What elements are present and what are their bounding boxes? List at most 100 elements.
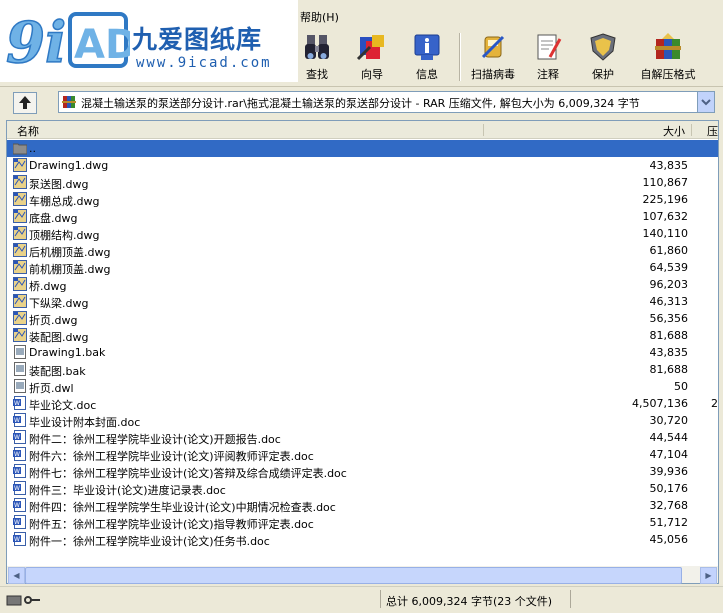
file-size: 110,867 [642, 176, 689, 189]
file-list: 名称 大小 压 .. Drawing1.dwg 43,835 泵送图.dwg 110,8… [6, 120, 719, 584]
comment-button[interactable]: 注释 [521, 29, 575, 83]
file-size: 43,835 [649, 346, 689, 359]
protect-button[interactable]: 保护 [576, 29, 630, 83]
svg-text:W: W [14, 451, 20, 458]
file-name: 毕业论文.doc [29, 399, 97, 412]
watermark-logo: 9i AD 九爱图纸库 www.9icad.com [0, 0, 298, 82]
file-row[interactable]: 顶棚结构.dwg 140,110 [7, 225, 718, 242]
comment-label: 注释 [537, 68, 559, 81]
list-header: 名称 大小 压 [7, 121, 718, 139]
dwg-file-icon [13, 192, 27, 206]
status-separator [380, 590, 381, 608]
file-size: 39,936 [649, 465, 689, 478]
file-row[interactable]: W 附件三：毕业设计(论文)进度记录表.doc 50,176 [7, 480, 718, 497]
horizontal-scrollbar[interactable]: ◀ ▶ [7, 566, 718, 584]
binoculars-icon [305, 35, 329, 59]
doc-file-icon: W [13, 396, 27, 410]
file-name: 附件五：徐州工程学院毕业设计(论文)指导教师评定表.doc [29, 518, 314, 531]
file-size: 225,196 [642, 193, 689, 206]
file-size: 81,688 [649, 329, 689, 342]
up-folder-button[interactable] [13, 92, 37, 114]
file-size: 44,544 [649, 431, 689, 444]
file-name: .. [29, 142, 36, 155]
svg-text:W: W [14, 536, 20, 543]
file-name: 折页.dwl [29, 382, 74, 395]
wizard-icon [356, 35, 384, 61]
doc-file-icon: W [13, 447, 27, 461]
scroll-right-button[interactable]: ▶ [700, 567, 717, 584]
column-separator[interactable] [483, 124, 484, 136]
find-label: 查找 [306, 68, 328, 81]
file-name: 附件三：毕业设计(论文)进度记录表.doc [29, 484, 226, 497]
folder-icon [12, 141, 28, 155]
menu-help[interactable]: 帮助(H) [300, 9, 339, 25]
info-label: 信息 [416, 68, 438, 81]
file-row[interactable]: 下纵梁.dwg 46,313 [7, 293, 718, 310]
file-row[interactable]: 桥.dwg 96,203 [7, 276, 718, 293]
doc-file-icon: W [13, 413, 27, 427]
file-name: 附件七：徐州工程学院毕业设计(论文)答辩及综合成绩评定表.doc [29, 467, 347, 480]
file-row[interactable]: W 附件二：徐州工程学院毕业设计(论文)开题报告.doc 44,544 [7, 429, 718, 446]
shield-icon [590, 33, 616, 61]
file-row[interactable]: 车棚总成.dwg 225,196 [7, 191, 718, 208]
bak-file-icon [13, 379, 27, 393]
file-name: 桥.dwg [29, 280, 67, 293]
column-separator[interactable] [691, 124, 692, 136]
info-button[interactable]: 信息 [400, 29, 454, 83]
file-row[interactable]: W 附件一：徐州工程学院毕业设计(论文)任务书.doc 45,056 [7, 531, 718, 548]
doc-file-icon: W [13, 481, 27, 495]
file-row[interactable]: 泵送图.dwg 110,867 [7, 174, 718, 191]
file-row[interactable]: W 附件五：徐州工程学院毕业设计(论文)指导教师评定表.doc 51,712 [7, 514, 718, 531]
virus-scan-button[interactable]: 扫描病毒 [466, 29, 520, 83]
find-button[interactable]: 查找 [290, 29, 344, 83]
file-row[interactable]: W 附件七：徐州工程学院毕业设计(论文)答辩及综合成绩评定表.doc 39,936 [7, 463, 718, 480]
file-row[interactable]: W 附件六：徐州工程学院毕业设计(论文)评阅教师评定表.doc 47,104 [7, 446, 718, 463]
file-name: 后机棚顶盖.dwg [29, 246, 111, 259]
address-dropdown-button[interactable] [697, 92, 714, 112]
file-packed-size: 2 [711, 397, 718, 410]
doc-file-icon: W [13, 498, 27, 512]
file-row[interactable]: 装配图.bak 81,688 [7, 361, 718, 378]
sfx-button[interactable]: 自解压格式 [638, 29, 698, 83]
status-total: 总计 6,009,324 字节(23 个文件) [386, 595, 553, 608]
bak-file-icon [13, 345, 27, 359]
file-row[interactable]: 底盘.dwg 107,632 [7, 208, 718, 225]
protect-label: 保护 [592, 68, 614, 81]
parent-folder-row[interactable]: .. [7, 140, 718, 157]
file-name: 装配图.bak [29, 365, 86, 378]
address-field[interactable]: 混凝土输送泵的泵送部分设计.rar\拖式混凝土输送泵的泵送部分设计 - RAR … [58, 91, 715, 113]
bak-file-icon [13, 362, 27, 376]
file-row[interactable]: 装配图.dwg 81,688 [7, 327, 718, 344]
file-row[interactable]: 前机棚顶盖.dwg 64,539 [7, 259, 718, 276]
file-row[interactable]: W 毕业设计附本封面.doc 30,720 [7, 412, 718, 429]
file-row[interactable]: 后机棚顶盖.dwg 61,860 [7, 242, 718, 259]
file-row[interactable]: Drawing1.dwg 43,835 [7, 157, 718, 174]
dwg-file-icon [13, 158, 27, 172]
file-size: 61,860 [649, 244, 689, 257]
scroll-left-button[interactable]: ◀ [8, 567, 25, 584]
file-row[interactable]: Drawing1.bak 43,835 [7, 344, 718, 361]
file-row[interactable]: 折页.dwg 56,356 [7, 310, 718, 327]
file-row[interactable]: 折页.dwl 50 [7, 378, 718, 395]
file-name: 装配图.dwg [29, 331, 89, 344]
file-rows: .. Drawing1.dwg 43,835 泵送图.dwg 110,867 车棚总成.d… [7, 140, 718, 548]
drive-key-icon [6, 595, 40, 606]
file-name: 附件六：徐州工程学院毕业设计(论文)评阅教师评定表.doc [29, 450, 314, 463]
file-size: 50 [674, 380, 688, 393]
sfx-icon [655, 33, 681, 59]
status-separator [570, 590, 571, 608]
column-packed[interactable]: 压 [707, 123, 718, 139]
file-size: 50,176 [649, 482, 689, 495]
column-size[interactable]: 大小 [663, 123, 685, 139]
logo-title: 九爱图纸库 [132, 25, 263, 54]
file-row[interactable]: W 毕业论文.doc 4,507,136 2 [7, 395, 718, 412]
column-name[interactable]: 名称 [17, 123, 39, 139]
dwg-file-icon [13, 294, 27, 308]
status-bar: 总计 6,009,324 字节(23 个文件) [0, 586, 723, 613]
file-name: 附件一：徐州工程学院毕业设计(论文)任务书.doc [29, 535, 270, 548]
wizard-button[interactable]: 向导 [345, 29, 399, 83]
address-bar: 混凝土输送泵的泵送部分设计.rar\拖式混凝土输送泵的泵送部分设计 - RAR … [0, 88, 723, 116]
file-row[interactable]: W 附件四：徐州工程学院学生毕业设计(论文)中期情况检查表.doc 32,768 [7, 497, 718, 514]
scroll-thumb[interactable] [25, 567, 682, 584]
doc-file-icon: W [13, 464, 27, 478]
